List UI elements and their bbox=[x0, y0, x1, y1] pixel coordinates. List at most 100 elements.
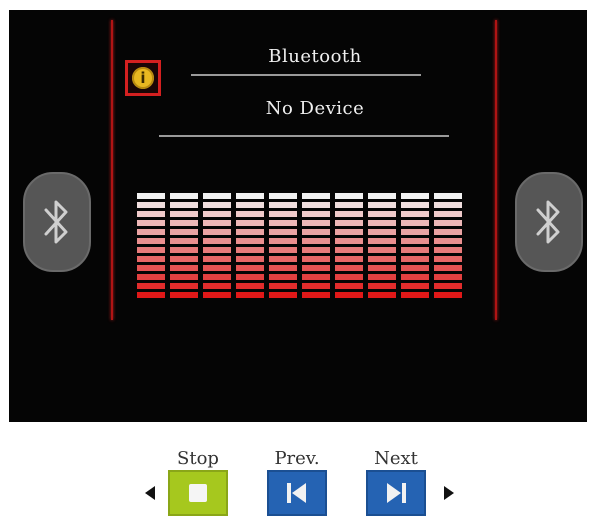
equalizer-segment bbox=[269, 202, 297, 208]
equalizer-segment bbox=[434, 229, 462, 235]
equalizer-segment bbox=[434, 238, 462, 244]
equalizer-segment bbox=[302, 193, 330, 199]
equalizer-bar bbox=[335, 193, 363, 301]
stop-icon bbox=[189, 484, 207, 502]
equalizer-segment bbox=[269, 283, 297, 289]
equalizer-segment bbox=[236, 238, 264, 244]
equalizer-segment bbox=[434, 211, 462, 217]
equalizer-segment bbox=[368, 211, 396, 217]
equalizer-segment bbox=[302, 265, 330, 271]
equalizer-segment bbox=[236, 193, 264, 199]
equalizer-segment bbox=[170, 256, 198, 262]
scroll-left-icon[interactable] bbox=[145, 486, 155, 500]
title-divider bbox=[191, 74, 421, 76]
equalizer-segment bbox=[368, 247, 396, 253]
equalizer-segment bbox=[302, 292, 330, 298]
equalizer-segment bbox=[302, 202, 330, 208]
equalizer-segment bbox=[434, 256, 462, 262]
equalizer-segment bbox=[368, 256, 396, 262]
equalizer-segment bbox=[137, 211, 165, 217]
equalizer-segment bbox=[203, 247, 231, 253]
page-title: Bluetooth bbox=[268, 46, 362, 67]
equalizer-segment bbox=[368, 274, 396, 280]
frame-line-left bbox=[111, 20, 113, 320]
equalizer-bar bbox=[269, 193, 297, 301]
frame-line-right bbox=[495, 20, 497, 320]
scroll-right-icon[interactable] bbox=[444, 486, 454, 500]
equalizer-segment bbox=[203, 220, 231, 226]
equalizer-segment bbox=[401, 265, 429, 271]
equalizer-segment bbox=[236, 220, 264, 226]
equalizer-segment bbox=[137, 274, 165, 280]
bluetooth-icon bbox=[44, 200, 68, 244]
equalizer-segment bbox=[434, 274, 462, 280]
bluetooth-button-left[interactable] bbox=[23, 172, 91, 272]
equalizer-segment bbox=[269, 220, 297, 226]
equalizer-segment bbox=[434, 265, 462, 271]
equalizer-segment bbox=[335, 229, 363, 235]
equalizer-bar bbox=[170, 193, 198, 301]
equalizer-segment bbox=[203, 202, 231, 208]
equalizer-segment bbox=[137, 202, 165, 208]
equalizer-segment bbox=[401, 238, 429, 244]
stop-button[interactable] bbox=[168, 470, 228, 516]
equalizer-segment bbox=[434, 292, 462, 298]
equalizer-segment bbox=[269, 274, 297, 280]
equalizer-segment bbox=[302, 256, 330, 262]
equalizer-bar bbox=[302, 193, 330, 301]
bluetooth-icon bbox=[536, 200, 560, 244]
equalizer-segment bbox=[434, 193, 462, 199]
equalizer-segment bbox=[203, 256, 231, 262]
equalizer-segment bbox=[434, 220, 462, 226]
equalizer-segment bbox=[137, 256, 165, 262]
equalizer-segment bbox=[170, 238, 198, 244]
equalizer-segment bbox=[236, 247, 264, 253]
equalizer-segment bbox=[401, 292, 429, 298]
bluetooth-button-right[interactable] bbox=[515, 172, 583, 272]
equalizer-segment bbox=[335, 238, 363, 244]
equalizer-segment bbox=[302, 238, 330, 244]
skip-previous-icon bbox=[287, 483, 306, 503]
prev-label: Prev. bbox=[274, 448, 320, 469]
equalizer-segment bbox=[368, 265, 396, 271]
equalizer-segment bbox=[170, 274, 198, 280]
equalizer-segment bbox=[203, 292, 231, 298]
equalizer-segment bbox=[401, 247, 429, 253]
equalizer-segment bbox=[170, 211, 198, 217]
equalizer-segment bbox=[302, 229, 330, 235]
next-button[interactable] bbox=[366, 470, 426, 516]
equalizer-segment bbox=[269, 238, 297, 244]
equalizer-segment bbox=[236, 265, 264, 271]
equalizer-segment bbox=[368, 202, 396, 208]
equalizer-segment bbox=[170, 283, 198, 289]
equalizer-segment bbox=[203, 238, 231, 244]
equalizer-segment bbox=[269, 211, 297, 217]
equalizer-segment bbox=[236, 256, 264, 262]
equalizer-segment bbox=[269, 247, 297, 253]
equalizer-segment bbox=[368, 229, 396, 235]
equalizer-segment bbox=[401, 211, 429, 217]
equalizer-segment bbox=[269, 265, 297, 271]
info-icon[interactable]: i bbox=[125, 60, 161, 96]
equalizer-segment bbox=[137, 283, 165, 289]
equalizer-segment bbox=[368, 292, 396, 298]
equalizer-segment bbox=[269, 193, 297, 199]
equalizer-bar bbox=[203, 193, 231, 301]
equalizer-segment bbox=[302, 211, 330, 217]
equalizer-segment bbox=[203, 193, 231, 199]
equalizer-segment bbox=[236, 283, 264, 289]
equalizer-segment bbox=[170, 193, 198, 199]
prev-button[interactable] bbox=[267, 470, 327, 516]
equalizer-segment bbox=[401, 202, 429, 208]
equalizer-bar bbox=[137, 193, 165, 301]
equalizer-segment bbox=[236, 202, 264, 208]
equalizer-segment bbox=[335, 202, 363, 208]
equalizer-segment bbox=[269, 256, 297, 262]
equalizer-segment bbox=[368, 238, 396, 244]
equalizer-segment bbox=[401, 283, 429, 289]
equalizer-segment bbox=[269, 229, 297, 235]
equalizer-segment bbox=[368, 193, 396, 199]
equalizer-segment bbox=[434, 247, 462, 253]
equalizer-segment bbox=[302, 283, 330, 289]
equalizer-segment bbox=[368, 220, 396, 226]
